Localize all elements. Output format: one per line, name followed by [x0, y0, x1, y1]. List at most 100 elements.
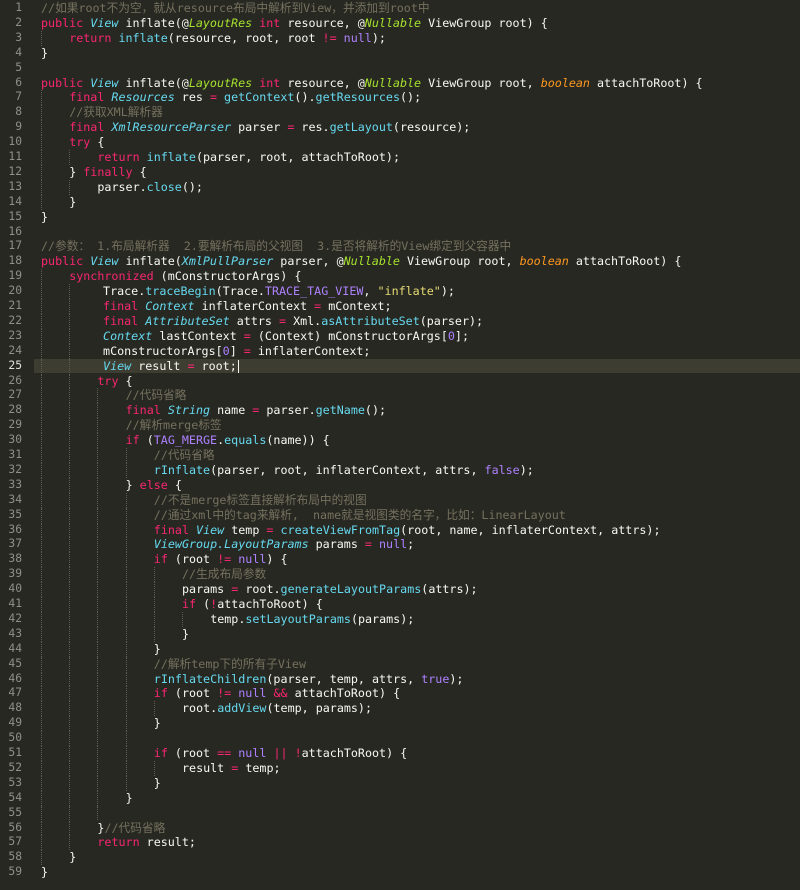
- indent-guide: [153, 760, 155, 776]
- code-token: (temp, params);: [266, 701, 373, 716]
- code-token: }: [41, 209, 49, 224]
- line-number: 8: [15, 105, 22, 119]
- code-line[interactable]: root.addView(temp, params);: [34, 701, 800, 717]
- code-line[interactable]: Context lastContext = (Context) mConstru…: [34, 328, 800, 344]
- code-line[interactable]: //生成布局参数: [34, 567, 800, 583]
- code-line[interactable]: final Context inflaterContext = mContext…: [34, 299, 800, 314]
- code-token: View: [90, 15, 119, 30]
- code-line[interactable]: //代码省略: [34, 448, 800, 463]
- code-line[interactable]: [34, 805, 800, 821]
- code-line[interactable]: if (root != null && attachToRoot) {: [34, 686, 800, 702]
- code-line[interactable]: if (root != null) {: [34, 552, 800, 568]
- indent-guide: [153, 597, 155, 612]
- code-line[interactable]: synchronized (mConstructorArgs) {: [34, 269, 800, 285]
- line-number: 26: [8, 373, 22, 387]
- indent-guide: [69, 656, 71, 672]
- indent-guide: [41, 626, 42, 642]
- code-line[interactable]: public View inflate(@LayoutRes int resou…: [34, 76, 800, 91]
- code-line[interactable]: mConstructorArgs[0] = inflaterContext;: [34, 343, 800, 359]
- code-line[interactable]: params = root.generateLayoutParams(attrs…: [34, 582, 800, 597]
- code-token: try: [97, 373, 119, 388]
- code-line[interactable]: } else {: [34, 477, 800, 493]
- code-line[interactable]: }//代码省略: [34, 820, 800, 836]
- indent-guide: [97, 582, 99, 597]
- code-area[interactable]: //如果root不为空，就从resource布局中解析到View，并添加到roo…: [34, 0, 800, 890]
- code-line[interactable]: if (TAG_MERGE.equals(name)) {: [34, 433, 800, 448]
- code-token: resource, @: [280, 75, 365, 90]
- code-token: }: [125, 790, 133, 805]
- code-token: null: [238, 552, 267, 567]
- code-line[interactable]: parser.close();: [34, 179, 800, 195]
- code-text: try {: [69, 135, 104, 150]
- code-line[interactable]: final XmlResourceParser parser = res.get…: [34, 120, 800, 136]
- indent-guide: [153, 582, 155, 597]
- code-line-current[interactable]: View result = root;: [34, 358, 800, 374]
- code-text: }: [41, 210, 48, 225]
- code-line[interactable]: //参数： 1.布局解析器 2.要解析布局的父视图 3.是否将解析的View绑定…: [34, 239, 800, 254]
- code-line[interactable]: final View temp = createViewFromTag(root…: [34, 522, 800, 538]
- code-line[interactable]: public View inflate(@LayoutRes int resou…: [34, 16, 800, 31]
- code-line[interactable]: rInflateChildren(parser, temp, attrs, tr…: [34, 671, 800, 687]
- code-text: try {: [97, 374, 132, 389]
- code-line[interactable]: //不是merge标签直接解析布局中的视图: [34, 492, 800, 508]
- code-line[interactable]: //通过xml中的tag来解析, name就是视图类的名字，比如：LinearL…: [34, 507, 800, 523]
- indent-guide: [97, 403, 99, 419]
- code-line[interactable]: } finally {: [34, 164, 800, 180]
- code-token: (: [139, 433, 154, 448]
- code-text: if (root == null || !attachToRoot) {: [154, 746, 407, 761]
- code-line[interactable]: final AttributeSet attrs = Xml.asAttribu…: [34, 313, 800, 329]
- code-token: try: [69, 135, 91, 150]
- code-line[interactable]: }: [34, 194, 800, 210]
- code-line[interactable]: //获取XML解析器: [34, 105, 800, 121]
- code-line[interactable]: }: [34, 716, 800, 732]
- code-token: (: [196, 597, 211, 611]
- code-line[interactable]: //代码省略: [34, 388, 800, 404]
- code-text: return result;: [97, 835, 196, 850]
- indent-guide: [97, 641, 99, 657]
- code-token: int: [259, 15, 281, 30]
- indent-guide: [69, 686, 71, 702]
- code-line[interactable]: ViewGroup.LayoutParams params = null;: [34, 537, 800, 553]
- code-line[interactable]: final Resources res = getContext().getRe…: [34, 90, 800, 106]
- code-line[interactable]: final String name = parser.getName();: [34, 403, 800, 419]
- code-line[interactable]: return inflate(parser, root, attachToRoo…: [34, 150, 800, 165]
- code-line[interactable]: return inflate(resource, root, root != n…: [34, 30, 800, 46]
- code-line[interactable]: try {: [34, 135, 800, 150]
- indent-guide: [41, 105, 42, 121]
- code-line[interactable]: if (root == null || !attachToRoot) {: [34, 746, 800, 761]
- code-token: attrs: [229, 313, 279, 328]
- code-editor[interactable]: 1 2 3 4 5 6 7 8 9 10 11 12 13 14 15 16 17 18 19 20 21 22 23 24 2…: [0, 0, 800, 890]
- code-line[interactable]: }: [34, 641, 800, 657]
- code-text: final AttributeSet attrs = Xml.asAttribu…: [103, 314, 483, 329]
- code-token: params: [182, 582, 232, 597]
- code-line[interactable]: }: [34, 865, 800, 880]
- code-line[interactable]: Trace.traceBegin(Trace.TRACE_TAG_VIEW, "…: [34, 284, 800, 299]
- code-line[interactable]: try {: [34, 373, 800, 389]
- indent-guide: [69, 477, 71, 493]
- code-line[interactable]: }: [34, 850, 800, 866]
- code-line[interactable]: [34, 731, 800, 746]
- line-number: 51: [8, 746, 22, 759]
- code-line[interactable]: //如果root不为空，就从resource布局中解析到View，并添加到roo…: [34, 1, 800, 16]
- code-line[interactable]: result = temp;: [34, 760, 800, 776]
- code-line[interactable]: }: [34, 46, 800, 61]
- code-text: }: [154, 776, 161, 791]
- code-line[interactable]: //解析merge标签: [34, 418, 800, 434]
- code-line[interactable]: [34, 61, 800, 76]
- code-line[interactable]: public View inflate(XmlPullParser parser…: [34, 254, 800, 269]
- code-line[interactable]: rInflate(parser, root, inflaterContext, …: [34, 462, 800, 478]
- code-line[interactable]: }: [34, 775, 800, 791]
- code-line[interactable]: if (!attachToRoot) {: [34, 597, 800, 612]
- code-line[interactable]: }: [34, 790, 800, 806]
- code-token: ];: [454, 328, 469, 343]
- code-token: ViewGroup root,: [399, 254, 520, 269]
- code-text: result = temp;: [182, 761, 281, 776]
- code-line[interactable]: //解析temp下的所有子View: [34, 656, 800, 672]
- code-line[interactable]: }: [34, 210, 800, 225]
- indent-guide: [125, 701, 127, 717]
- code-line[interactable]: temp.setLayoutParams(params);: [34, 611, 800, 627]
- code-line[interactable]: }: [34, 626, 800, 642]
- code-token: XmlPullParser: [181, 254, 274, 269]
- code-line[interactable]: [34, 225, 800, 240]
- code-line[interactable]: return result;: [34, 835, 800, 851]
